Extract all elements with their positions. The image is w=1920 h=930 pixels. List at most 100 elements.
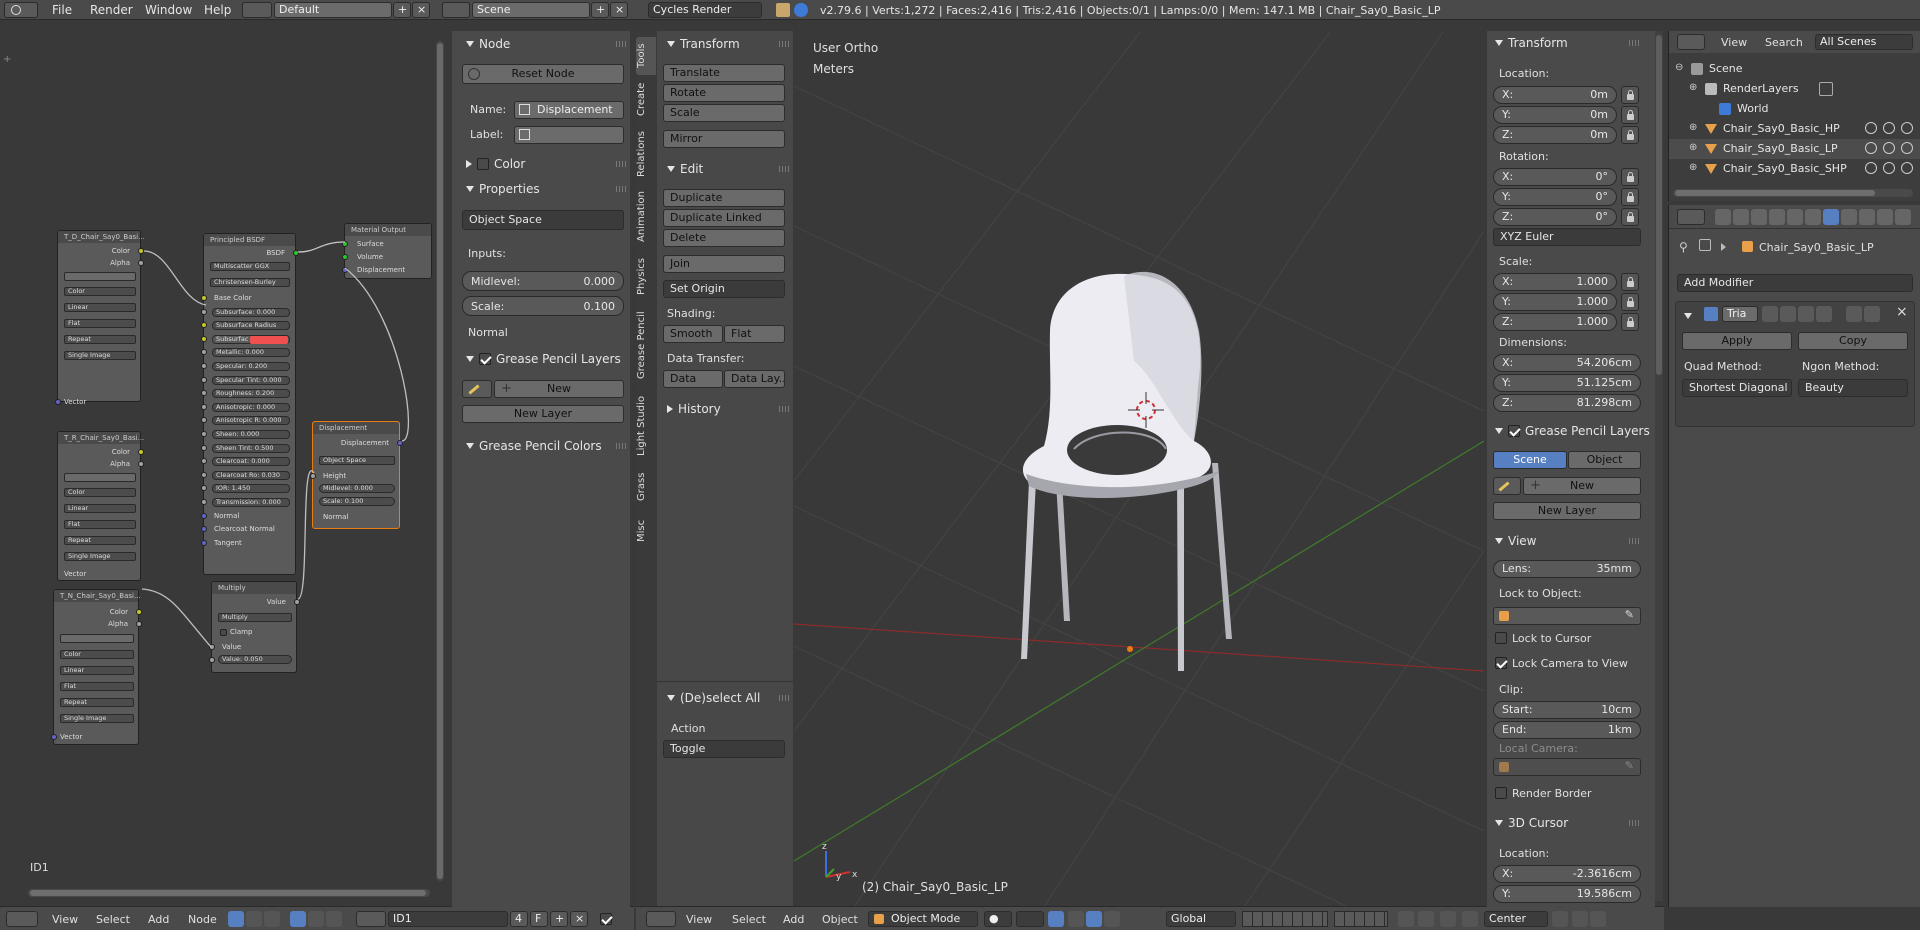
menu-search[interactable]: Search [1765,36,1803,49]
outliner-item[interactable]: World [1669,99,1920,119]
menu-view[interactable]: View [1721,36,1747,49]
cursor-select-icon[interactable] [1883,142,1895,154]
pin-icon[interactable]: ⚲ [1679,240,1688,254]
tab-physics[interactable]: Physics [636,253,656,301]
snap-icon[interactable] [1440,911,1456,927]
edit-header[interactable]: Edit [667,162,703,176]
shader-nodes-icon[interactable] [228,911,244,927]
dim-z-field[interactable]: Z: 81.298cm [1493,394,1641,412]
eye-icon[interactable] [1865,162,1877,174]
editor-type-button[interactable] [1677,34,1705,50]
data-transfer-button[interactable]: Data [663,370,723,388]
tab-tools[interactable]: Tools [636,37,656,75]
menu-render[interactable]: Render [90,3,133,17]
horizontal-scrollbar[interactable] [28,889,430,897]
texture-nodes-icon[interactable] [264,911,280,927]
use-nodes-checkbox[interactable] [600,913,612,925]
deselect-all-header[interactable]: (De)select All [667,691,760,705]
material-name-field[interactable]: ID1 [388,911,508,927]
scl-z-field[interactable]: Z: 1.000 [1493,313,1617,331]
line-style-icon[interactable] [326,911,342,927]
outliner-item[interactable]: ⊕ Chair_Say0_Basic_HP [1669,119,1920,139]
gp-scene-tab[interactable]: Scene [1493,451,1567,469]
add-layout-button[interactable]: + [393,2,411,18]
display-mode-select[interactable]: All Scenes [1815,34,1913,50]
duplicate-linked-button[interactable]: Duplicate Linked [663,209,785,227]
layers-grid-2[interactable] [1334,911,1388,927]
grease-pencil-colors-header[interactable]: Grease Pencil Colors [466,439,602,453]
editor-type-info-button[interactable] [4,2,38,18]
show-in-editmode-icon[interactable] [1762,306,1778,322]
gp-object-tab[interactable]: Object [1568,451,1641,469]
tab-misc[interactable]: Misc [636,513,656,549]
lock-icon[interactable] [1621,188,1639,206]
loc-z-field[interactable]: Z: 0m [1493,126,1617,144]
rot-x-field[interactable]: X: 0° [1493,168,1617,186]
layout-icon-button[interactable] [242,2,272,18]
rotation-mode-select[interactable]: XYZ Euler [1493,228,1641,246]
grease-pencil-layers-header[interactable]: Grease Pencil Layers [1495,424,1650,438]
menu-help[interactable]: Help [204,3,231,17]
rotate-manipulator-icon[interactable] [1086,911,1102,927]
proportional-edit-icon[interactable] [1418,911,1434,927]
menu-node[interactable]: Node [188,913,217,926]
world-shader-icon[interactable] [308,911,324,927]
menu-add[interactable]: Add [148,913,169,926]
lock-icon[interactable] [1621,86,1639,104]
cursor-select-icon[interactable] [1883,162,1895,174]
render-engine-select[interactable]: Cycles Render [648,2,762,18]
add-material-button[interactable]: + [550,911,568,927]
snap-element-icon[interactable] [1462,911,1478,927]
action-select[interactable]: Toggle [663,740,785,758]
lock-icon[interactable] [1621,293,1639,311]
tab-relations[interactable]: Relations [636,127,656,181]
expand-toggle-icon[interactable]: ⊖ [1675,62,1683,73]
lock-icon[interactable] [1621,273,1639,291]
scene-field[interactable]: Scene [472,2,590,18]
menu-add[interactable]: Add [783,913,804,926]
panel-scrollbar[interactable] [1655,31,1663,901]
texture-tab-icon[interactable] [1877,209,1893,225]
color-section-header[interactable]: Color [466,157,525,171]
set-origin-select[interactable]: Set Origin [663,280,785,298]
3d-cursor-header[interactable]: 3D Cursor [1495,816,1568,830]
add-modifier-select[interactable]: Add Modifier [1677,274,1913,292]
menu-file[interactable]: File [52,3,72,17]
transform-header[interactable]: Transform [667,37,740,51]
render-layers-tab-icon[interactable] [1733,209,1749,225]
opengl-render-icon[interactable] [1572,911,1588,927]
snap-target-select[interactable]: Center [1484,911,1548,927]
menu-select[interactable]: Select [732,913,766,926]
join-button[interactable]: Join [663,255,785,273]
remove-scene-button[interactable]: × [610,2,628,18]
eyedropper-icon[interactable]: ✎ [1625,608,1634,622]
manipulator-toggle-icon[interactable] [1048,911,1064,927]
constraints-tab-icon[interactable] [1805,209,1821,225]
menu-object[interactable]: Object [822,913,858,926]
shade-flat-button[interactable]: Flat [724,325,785,343]
rot-z-field[interactable]: Z: 0° [1493,208,1617,226]
eye-icon[interactable] [1780,306,1796,322]
translate-button[interactable]: Translate [663,64,785,82]
node-label-field[interactable] [514,126,624,144]
midlevel-field[interactable]: Midlevel: 0.000 [462,271,624,291]
copy-modifier-button[interactable]: Copy [1798,332,1908,350]
lock-icon[interactable] [1621,313,1639,331]
transform-panel-header[interactable]: Transform [1495,36,1568,50]
fake-user-button[interactable]: F [530,911,548,927]
shade-smooth-button[interactable]: Smooth [663,325,723,343]
lock-icon[interactable] [1621,126,1639,144]
align-rotation-icon[interactable] [1552,911,1568,927]
add-scene-button[interactable]: + [591,2,609,18]
editor-type-button[interactable] [1677,209,1705,225]
tab-animation[interactable]: Animation [636,187,656,247]
lock-icon[interactable] [1621,168,1639,186]
remove-layout-button[interactable]: × [412,2,430,18]
scene-tab-icon[interactable] [1751,209,1767,225]
node-editor[interactable]: + T_D_Chair_Say0_Basi... Color Alpha Col… [0,21,448,907]
viewport-shading-select[interactable]: ● [984,911,1012,927]
expand-toggle-icon[interactable]: ⊕ [1689,142,1697,153]
scene-icon-button[interactable] [442,2,470,18]
outliner-scrollbar[interactable] [1673,189,1913,197]
loc-y-field[interactable]: Y: 0m [1493,106,1617,124]
